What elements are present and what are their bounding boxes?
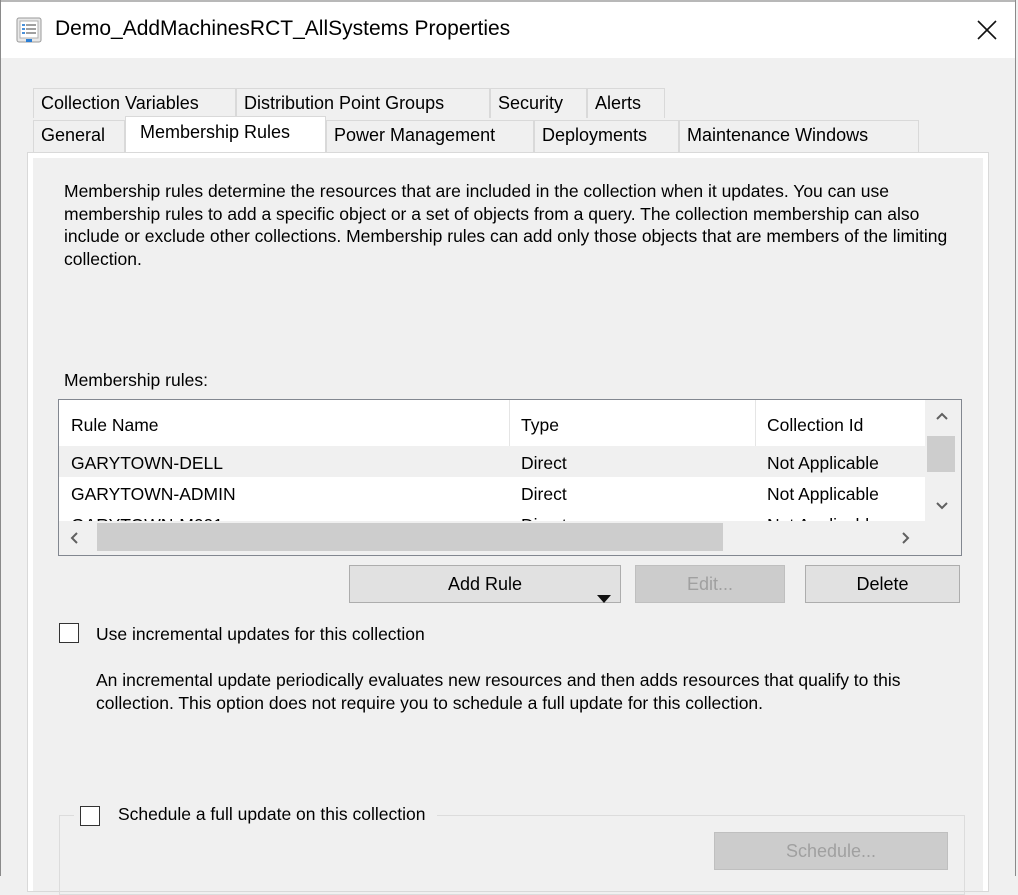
scroll-right-icon[interactable] [901, 531, 911, 550]
tab-maintenance-windows[interactable]: Maintenance Windows [679, 120, 919, 152]
add-rule-label: Add Rule [447, 574, 523, 594]
schedule-button[interactable]: Schedule... [714, 832, 948, 870]
incremental-updates-label[interactable]: Use incremental updates for this collect… [96, 624, 425, 645]
column-header-rule-name[interactable]: Rule Name [59, 400, 509, 446]
scroll-left-icon[interactable] [69, 531, 79, 550]
list-header: Rule Name Type Collection Id [59, 400, 925, 446]
tab-label: Power Management [334, 125, 496, 145]
type-cell: Direct [521, 484, 567, 504]
column-header-type[interactable]: Type [509, 400, 755, 446]
column-header-collection-id[interactable]: Collection Id [755, 400, 925, 446]
horizontal-scroll-thumb[interactable] [97, 523, 723, 551]
tab-label: Distribution Point Groups [244, 93, 445, 113]
tab-security[interactable]: Security [490, 88, 587, 118]
close-icon [977, 20, 997, 40]
vertical-scrollbar[interactable] [925, 400, 961, 521]
delete-button[interactable]: Delete [805, 565, 960, 603]
tab-distribution-point-groups[interactable]: Distribution Point Groups [236, 88, 490, 118]
table-row[interactable]: GARYTOWN-ADMIN Direct Not Applicable [59, 477, 925, 508]
tab-label: Security [498, 93, 564, 113]
rule-name-cell: GARYTOWN-ADMIN [71, 484, 236, 504]
type-cell: Direct [521, 453, 567, 473]
full-update-label[interactable]: Schedule a full update on this collectio… [118, 804, 425, 824]
rule-name-cell: GARYTOWN-DELL [71, 453, 224, 473]
tab-power-management[interactable]: Power Management [326, 120, 534, 152]
tab-collection-variables[interactable]: Collection Variables [33, 88, 236, 118]
tab-membership-rules[interactable]: Membership Rules [125, 116, 326, 152]
tab-label: Maintenance Windows [687, 125, 869, 145]
membership-rules-label: Membership rules: [64, 370, 208, 390]
scroll-down-icon[interactable] [935, 498, 949, 516]
close-button[interactable] [959, 2, 1015, 58]
window-title: Demo_AddMachinesRCT_AllSystems Propertie… [55, 17, 511, 40]
tab-label: Deployments [542, 125, 648, 145]
incremental-description: An incremental update periodically evalu… [96, 670, 901, 713]
add-rule-button[interactable]: Add Rule [349, 565, 621, 603]
membership-rules-list[interactable]: Rule Name Type Collection Id GARYTOWN-DE… [58, 399, 962, 556]
collection-id-cell: Not Applicable [767, 484, 879, 504]
full-update-legend: Schedule a full update on this collectio… [74, 803, 438, 829]
membership-description: Membership rules determine the resources… [64, 181, 948, 269]
tab-alerts[interactable]: Alerts [587, 88, 665, 118]
dropdown-arrow-icon [596, 580, 612, 616]
full-update-checkbox[interactable] [80, 806, 100, 826]
horizontal-scrollbar[interactable] [59, 521, 961, 555]
tab-label: Collection Variables [41, 93, 199, 113]
properties-window-icon [16, 17, 42, 43]
tab-general[interactable]: General [33, 120, 125, 152]
scroll-up-icon[interactable] [935, 408, 949, 426]
title-bar: Demo_AddMachinesRCT_AllSystems Propertie… [1, 2, 1015, 58]
tab-label: General [41, 125, 106, 145]
tab-label: Alerts [595, 93, 642, 113]
edit-button[interactable]: Edit... [635, 565, 785, 603]
table-row[interactable]: GARYTOWN-DELL Direct Not Applicable [59, 446, 925, 477]
tab-deployments[interactable]: Deployments [534, 120, 679, 152]
incremental-updates-checkbox[interactable] [59, 623, 79, 643]
vertical-scroll-thumb[interactable] [927, 436, 955, 472]
tab-label: Membership Rules [140, 122, 291, 142]
properties-dialog: Demo_AddMachinesRCT_AllSystems Propertie… [0, 0, 1016, 895]
collection-id-cell: Not Applicable [767, 453, 879, 473]
